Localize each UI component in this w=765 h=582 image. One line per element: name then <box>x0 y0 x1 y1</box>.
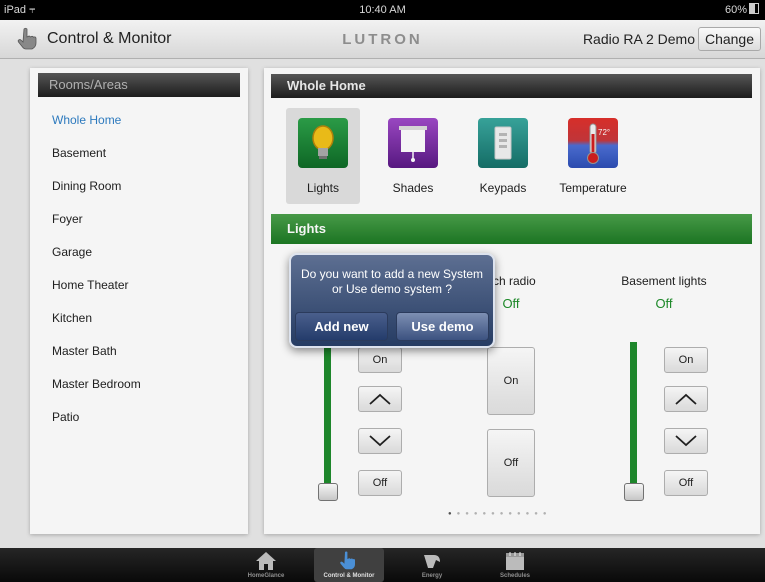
tab-label: Control & Monitor <box>323 573 375 579</box>
dialog-message: Do you want to add a new System or Use d… <box>300 267 484 296</box>
tab-label: Energy <box>421 573 443 579</box>
tab-homeglance[interactable]: HomeGlance <box>231 548 301 582</box>
status-time: 10:40 AM <box>359 4 406 16</box>
tab-energy[interactable]: Energy <box>397 548 467 582</box>
status-bar: iPad ⫧ 10:40 AM 60% <box>0 0 765 20</box>
change-system-button[interactable]: Change <box>697 27 761 51</box>
app-header: Control & Monitor LUTRON Radio RA 2 Demo… <box>0 20 765 59</box>
add-system-dialog: Do you want to add a new System or Use d… <box>289 253 495 348</box>
add-new-button[interactable]: Add new <box>295 312 388 341</box>
hand-pointer-icon <box>340 551 355 570</box>
calendar-icon <box>506 552 524 570</box>
battery-status: 60% <box>725 0 759 20</box>
tab-label: Schedules <box>499 573 530 579</box>
battery-icon <box>749 3 759 14</box>
use-demo-button[interactable]: Use demo <box>396 312 489 341</box>
home-icon <box>256 552 276 570</box>
tab-control-monitor[interactable]: Control & Monitor <box>314 548 384 582</box>
system-name: Radio RA 2 Demo <box>582 31 695 47</box>
tab-schedules[interactable]: Schedules <box>480 548 550 582</box>
energy-icon <box>424 555 440 568</box>
tab-label: HomeGlance <box>247 573 285 579</box>
tab-bar: HomeGlance Control & Monitor Energy Sche… <box>0 548 765 582</box>
